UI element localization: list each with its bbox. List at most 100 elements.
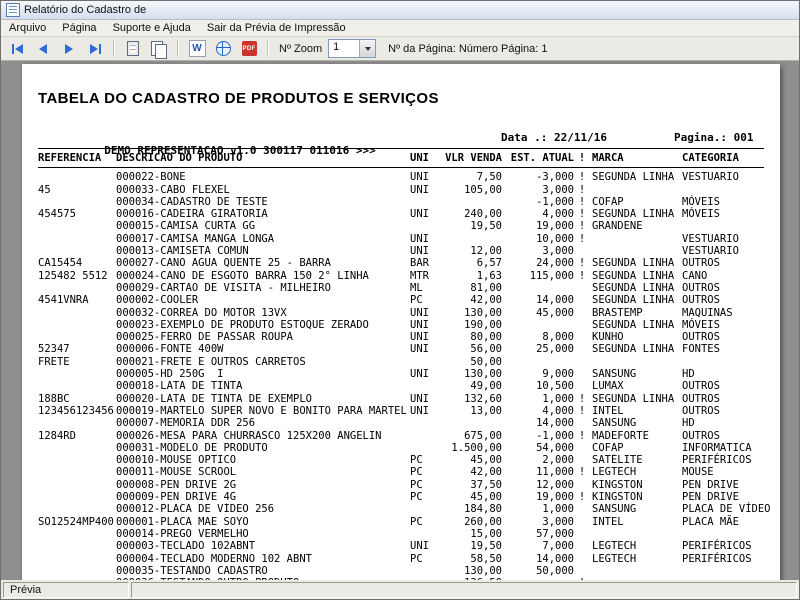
cell-ref [38,442,116,454]
cell-cat [682,565,764,577]
cell-est: 3,000 [502,184,574,196]
cell-flag: ! [574,393,590,405]
chevron-down-icon[interactable] [359,40,375,57]
cell-est: 12,000 [502,479,574,491]
report-page: TABELA DO CADASTRO DE PRODUTOS E SERVIÇO… [22,64,780,580]
cell-desc: 000004-TECLADO MODERNO 102 ABNT [116,553,410,565]
cell-desc: 000032-CORREA DO MOTOR 13VX [116,307,410,319]
cell-ref [38,540,116,552]
menu-suporte-ajuda[interactable]: Suporte e Ajuda [105,21,199,35]
title-bar[interactable]: Relatório do Cadastro de [1,1,799,20]
menu-sair-previa-impressao[interactable]: Sair da Prévia de Impressão [199,21,354,35]
export-word-button[interactable]: W [185,39,209,59]
cell-flag [574,540,590,552]
cell-uni [410,528,442,540]
cell-est: -3,000 [502,171,574,183]
nav-last-button[interactable] [83,39,107,59]
cell-marca: SEGUNDA LINHA [590,171,682,183]
table-row: 188BC000020-LATA DE TINTA DE EXEMPLOUNI1… [38,393,764,405]
cell-cat: OUTROS [682,282,764,294]
nav-first-button[interactable] [5,39,29,59]
nav-prev-button[interactable] [31,39,55,59]
cell-vlr: 13,00 [442,405,502,417]
cell-est: 8,000 [502,331,574,343]
cell-est: 50,000 [502,565,574,577]
table-row: 000009-PEN DRIVE 4GPC45,0019,000!KINGSTO… [38,491,764,503]
cell-ref: 1284RD [38,430,116,442]
app-window: Relatório do Cadastro de Arquivo Página … [0,0,800,600]
cell-uni [410,380,442,392]
cell-desc: 000035-TESTANDO CADASTRO [116,565,410,577]
cell-uni [410,196,442,208]
cell-uni [410,417,442,429]
cell-vlr: 1.500,00 [442,442,502,454]
export-pdf-button[interactable]: PDF [237,39,261,59]
cell-flag [574,307,590,319]
cell-marca [590,565,682,577]
export-html-button[interactable] [211,39,235,59]
report-app-version: DEMO REPRESENTACAO v1.0 300117 011016 >>… [104,144,376,157]
multi-page-view-button[interactable] [147,39,171,59]
cell-desc: 000015-CAMISA CURTA GG [116,220,410,232]
menu-bar: Arquivo Página Suporte e Ajuda Sair da P… [1,20,799,37]
cell-vlr: 15,00 [442,528,502,540]
cell-marca: BRASTEMP [590,307,682,319]
cell-ref [38,553,116,565]
cell-flag [574,368,590,380]
cell-est: 1,000 [502,393,574,405]
cell-ref [38,245,116,257]
menu-pagina[interactable]: Página [54,21,104,35]
cell-marca: SANSUNG [590,417,682,429]
cell-ref [38,491,116,503]
cell-est [502,356,574,368]
cell-marca: COFAP [590,442,682,454]
col-uni: UNI [410,152,442,164]
cell-vlr: 130,00 [442,307,502,319]
cell-marca: INTEL [590,516,682,528]
menu-arquivo[interactable]: Arquivo [1,21,54,35]
cell-est [502,319,574,331]
cell-ref [38,196,116,208]
cell-flag: ! [574,196,590,208]
cell-vlr: 56,00 [442,343,502,355]
cell-cat: MAQUINAS [682,307,764,319]
report-page-number: Pagina.: 001 [674,131,753,144]
cell-flag: ! [574,270,590,282]
cell-marca: SEGUNDA LINHA [590,282,682,294]
cell-uni: UNI [410,540,442,552]
cell-cat: OUTROS [682,294,764,306]
cell-flag [574,417,590,429]
cell-cat: OUTROS [682,405,764,417]
cell-est: 24,000 [502,257,574,269]
cell-marca: SANSUNG [590,368,682,380]
table-row: 000034-CADASTRO DE TESTE-1,000!COFAPMÓVE… [38,196,764,208]
nav-next-button[interactable] [57,39,81,59]
cell-ref: FRETE [38,356,116,368]
cell-cat: OUTROS [682,393,764,405]
cell-cat: INFORMATICA [682,442,764,454]
cell-desc: 000007-MEMÓRIA DDR 256 [116,417,410,429]
cell-ref [38,233,116,245]
single-page-view-button[interactable] [121,39,145,59]
cell-flag: ! [574,208,590,220]
cell-uni: MTR [410,270,442,282]
table-row: 000012-PLACA DE VÍDEO 256184,801,000SANS… [38,503,764,515]
preview-area[interactable]: TABELA DO CADASTRO DE PRODUTOS E SERVIÇO… [1,61,799,580]
cell-ref [38,565,116,577]
cell-ref [38,528,116,540]
cell-flag [574,245,590,257]
cell-vlr: 260,00 [442,516,502,528]
cell-marca: INTEL [590,405,682,417]
cell-desc: 000034-CADASTRO DE TESTE [116,196,410,208]
cell-est: 10,500 [502,380,574,392]
zoom-select[interactable]: 1 [328,39,376,58]
cell-uni: PC [410,491,442,503]
cell-uni [410,565,442,577]
cell-flag: ! [574,171,590,183]
single-page-icon [127,41,139,56]
cell-uni: ML [410,282,442,294]
table-row: 000029-CARTAO DE VISITA - MILHEIROML81,0… [38,282,764,294]
cell-uni: PC [410,294,442,306]
toolbar-separator [113,40,115,57]
cell-uni: UNI [410,393,442,405]
